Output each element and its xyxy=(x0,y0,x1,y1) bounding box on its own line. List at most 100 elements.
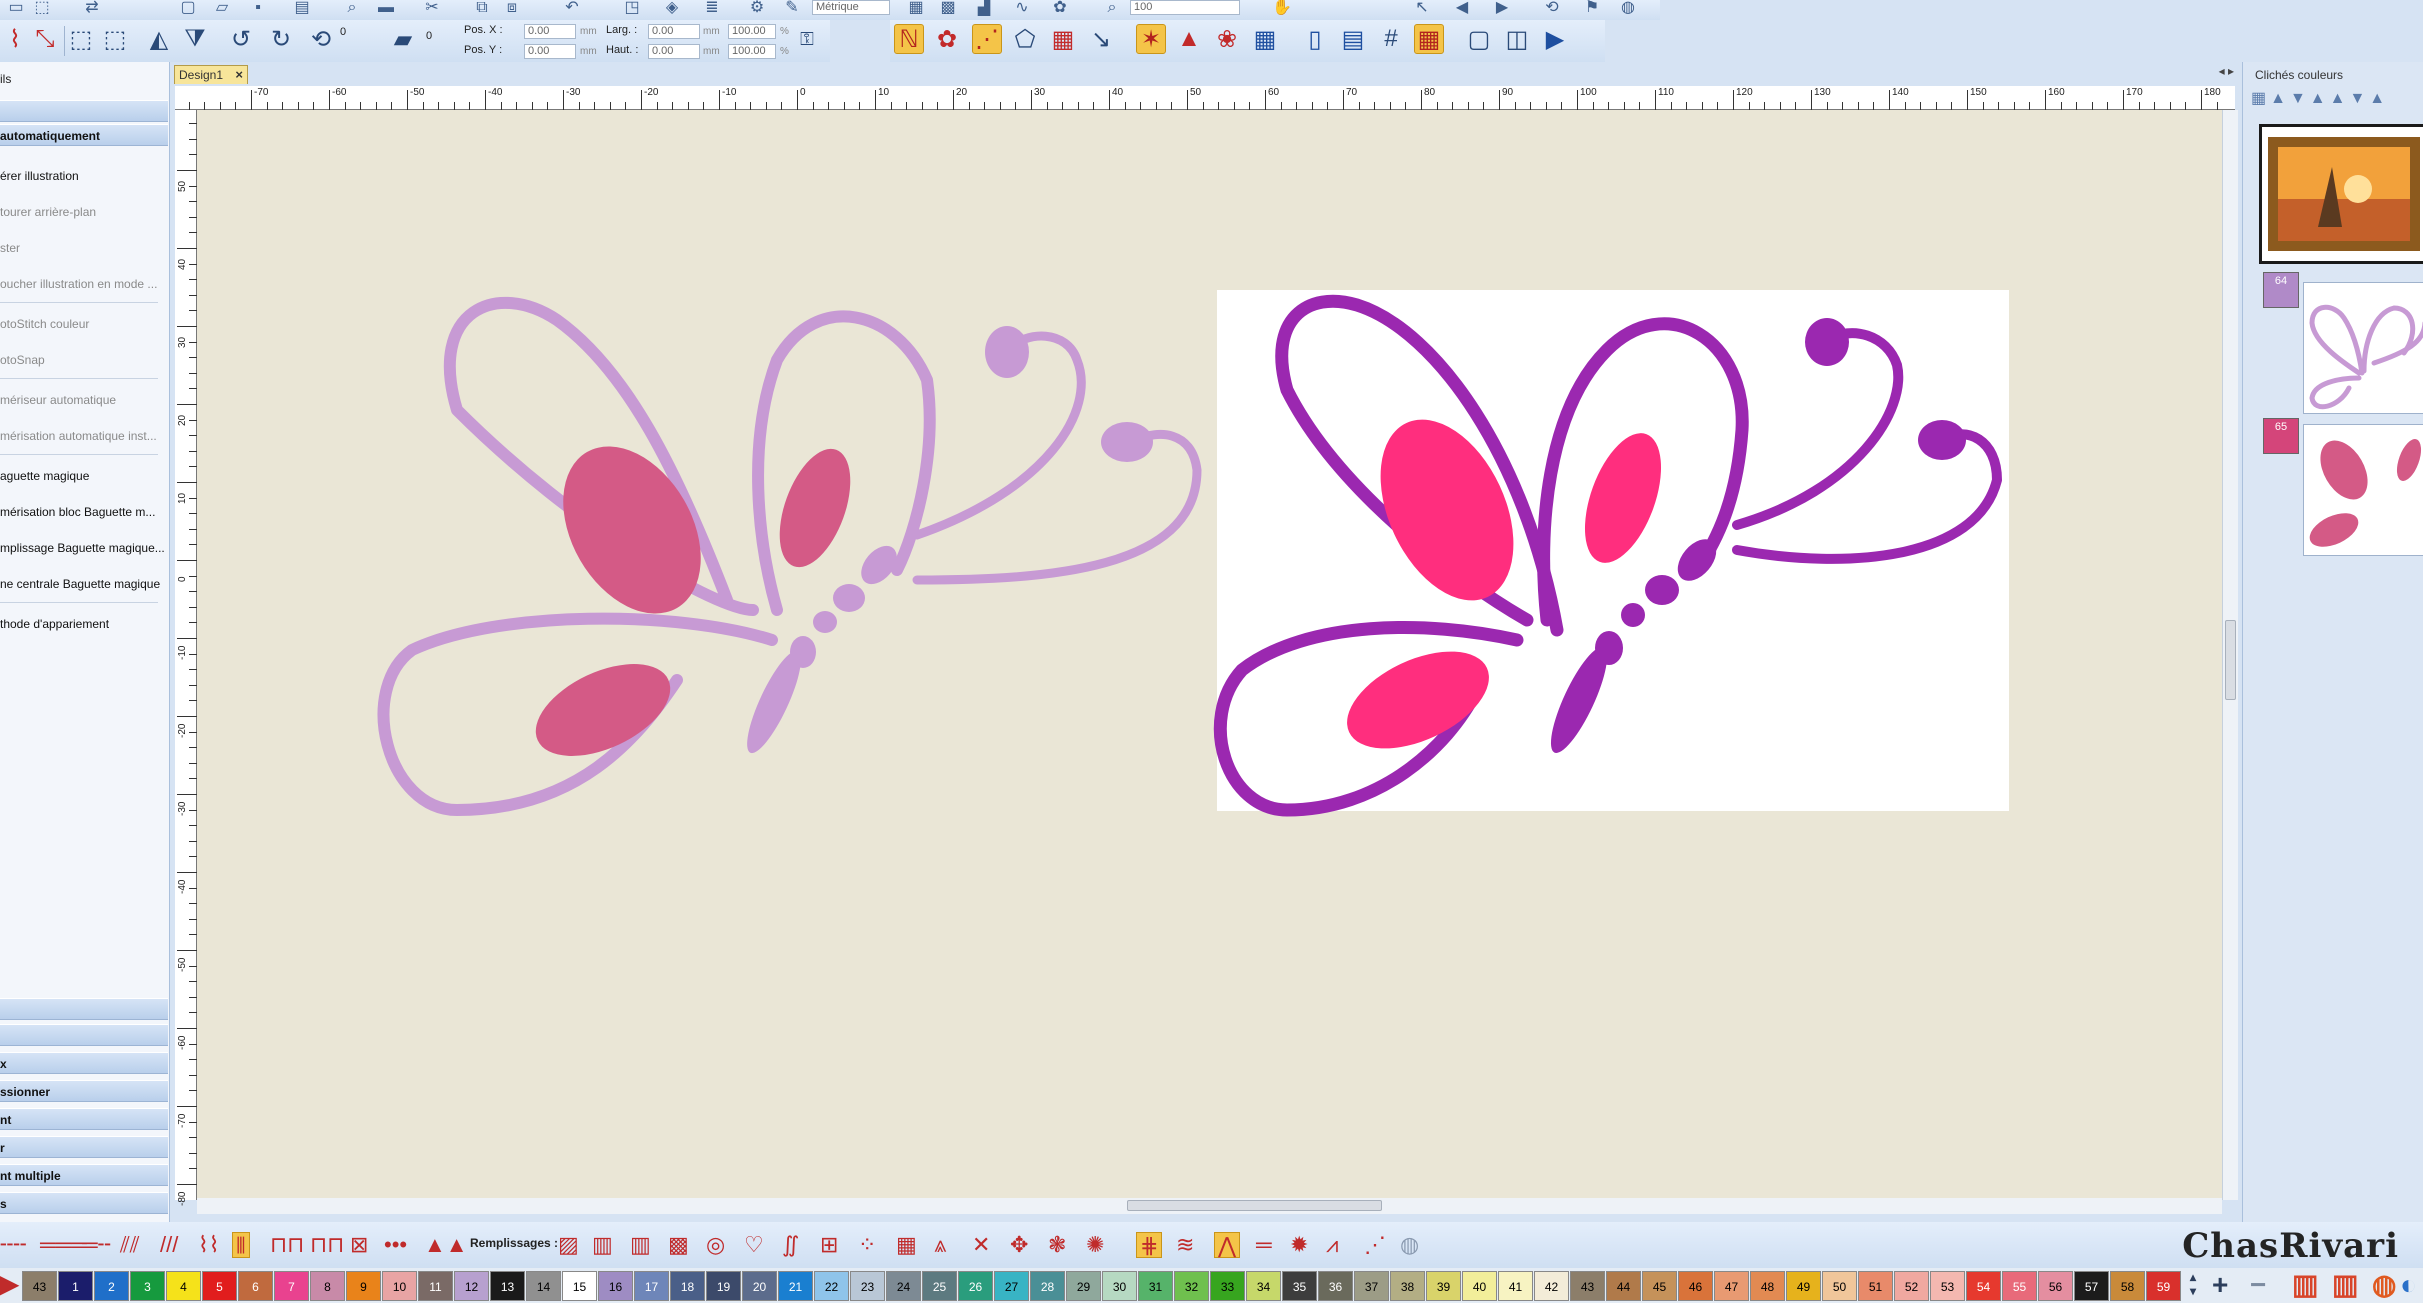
design-canvas[interactable] xyxy=(197,110,2222,1200)
undo-icon[interactable]: ↶ xyxy=(560,0,584,16)
tool-matching-method[interactable]: thode d'appariement xyxy=(0,616,168,632)
reference-artwork[interactable] xyxy=(1213,290,2009,817)
fill-pattern-20-icon[interactable]: ✹ xyxy=(1290,1232,1308,1258)
fill-pattern-14-icon[interactable]: ❃ xyxy=(1048,1232,1066,1258)
tool-remove-background[interactable]: tourer arrière-plan xyxy=(0,204,168,220)
slanted-stitch-icon[interactable]: /// xyxy=(160,1232,178,1258)
section-r[interactable]: r xyxy=(0,1136,168,1158)
fill-pattern-1-icon[interactable]: ▨ xyxy=(558,1232,579,1258)
color-swatch-54[interactable]: 54 xyxy=(1966,1271,2001,1301)
paste-icon[interactable]: ⧈ xyxy=(500,0,524,16)
satin-stitch-icon[interactable]: ⫽⫽ xyxy=(120,1232,140,1258)
motif-stitch-icon[interactable]: ▲▲ xyxy=(424,1232,468,1258)
tool-magic-wand[interactable]: aguette magique xyxy=(0,468,168,484)
height-percent-field[interactable]: 100.00 xyxy=(728,44,776,59)
rotate-45-left-icon[interactable]: ↺ xyxy=(226,24,256,54)
fill-pattern-12-icon[interactable]: ✕ xyxy=(972,1232,990,1258)
hoop-frame-icon[interactable]: ▯ xyxy=(1300,24,1330,54)
color-sequence-icon[interactable]: ⟲ xyxy=(1540,0,1564,16)
color-swatch-52[interactable]: 52 xyxy=(1894,1271,1929,1301)
color-swatch-12[interactable]: 12 xyxy=(454,1271,489,1301)
toolbar-icon-left[interactable]: ▭ xyxy=(4,0,28,16)
stitch-icon[interactable]: ▟ xyxy=(972,0,996,16)
prev-icon[interactable]: ◀ xyxy=(1450,0,1474,16)
color-swatch-27[interactable]: 27 xyxy=(994,1271,1029,1301)
blob-icon[interactable]: ✿ xyxy=(1048,0,1072,16)
fill-pattern-10-icon[interactable]: ▦ xyxy=(896,1232,917,1258)
running-stitch-icon[interactable]: ╌╌ xyxy=(0,1232,27,1258)
color-swatch-34[interactable]: 34 xyxy=(1246,1271,1281,1301)
add-color-icon[interactable]: + xyxy=(2212,1270,2228,1300)
section-x[interactable]: x xyxy=(0,1052,168,1074)
lock-proportion-icon[interactable]: ⚿ xyxy=(792,24,822,54)
background-transparent-icon[interactable]: ◫ xyxy=(1502,24,1532,54)
fill-pattern-4-icon[interactable]: ▩ xyxy=(668,1232,689,1258)
color-swatch-14[interactable]: 14 xyxy=(526,1271,561,1301)
hand-icon[interactable]: ✋ xyxy=(1270,0,1294,16)
posx-field[interactable]: 0.00 xyxy=(524,24,576,39)
tool-photostitch-color[interactable]: otoStitch couleur xyxy=(0,316,168,332)
color-swatch-57[interactable]: 57 xyxy=(2074,1271,2109,1301)
tool-import-illustration[interactable]: érer illustration xyxy=(0,168,168,184)
embroidered-butterfly[interactable] xyxy=(377,297,1202,816)
gear-icon[interactable]: ⚙ xyxy=(745,0,769,16)
tool-auto-digitizer[interactable]: mériseur automatique xyxy=(0,392,168,408)
section-ssionner[interactable]: ssionner xyxy=(0,1080,168,1102)
color-wheel-icon[interactable]: ◍ xyxy=(2372,1270,2396,1300)
color-swatch-7[interactable]: 7 xyxy=(274,1271,309,1301)
cross-stitch-icon[interactable]: ⊠ xyxy=(350,1232,368,1258)
snapshot-badge-65[interactable]: 65 xyxy=(2263,418,2299,454)
globe-icon[interactable]: ◍ xyxy=(1616,0,1640,16)
tool-raster[interactable]: ster xyxy=(0,240,168,256)
column-stitch-icon[interactable]: ⦀ xyxy=(232,1232,250,1258)
color-swatch-24[interactable]: 24 xyxy=(886,1271,921,1301)
node-icon[interactable]: ⌇ xyxy=(0,24,30,54)
color-swatch-33[interactable]: 33 xyxy=(1210,1271,1245,1301)
color-swatch-3[interactable]: 3 xyxy=(130,1271,165,1301)
section-automatiquement[interactable]: automatiquement xyxy=(0,124,168,146)
skew-icon[interactable]: ▰ xyxy=(388,24,418,54)
fill-pattern-7-icon[interactable]: ∬ xyxy=(782,1232,799,1258)
color-swatch-38[interactable]: 38 xyxy=(1390,1271,1425,1301)
color-swatch-46[interactable]: 46 xyxy=(1678,1271,1713,1301)
fill-pattern-23-icon[interactable]: ◍ xyxy=(1400,1232,1419,1258)
color-swatch-2[interactable]: 2 xyxy=(94,1271,129,1301)
star-icon[interactable]: ✶ xyxy=(1136,24,1166,54)
section-s[interactable]: s xyxy=(0,1192,168,1214)
color-swatch-19[interactable]: 19 xyxy=(706,1271,741,1301)
fill-pattern-2-icon[interactable]: ▥ xyxy=(592,1232,613,1258)
curve-icon[interactable]: ∿ xyxy=(1010,0,1034,16)
fill-pattern-17-icon[interactable]: ≋ xyxy=(1176,1232,1194,1258)
fill-pattern-18-icon[interactable]: ⋀ xyxy=(1214,1232,1241,1258)
fill-pattern-9-icon[interactable]: ⁘ xyxy=(858,1232,876,1258)
section-nt[interactable]: nt xyxy=(0,1108,168,1130)
color-swatch-35[interactable]: 35 xyxy=(1282,1271,1317,1301)
shape-icon[interactable]: ⬠ xyxy=(1010,24,1040,54)
color-swatch-13[interactable]: 13 xyxy=(490,1271,525,1301)
fill-pattern-3-icon[interactable]: ▥ xyxy=(630,1232,651,1258)
zoom-field[interactable]: 100 xyxy=(1130,0,1240,15)
color-swatch-21[interactable]: 21 xyxy=(778,1271,813,1301)
list-icon[interactable]: ≣ xyxy=(700,0,724,16)
color-swatch-9[interactable]: 9 xyxy=(346,1271,381,1301)
cursor-icon[interactable]: ↖ xyxy=(1410,0,1434,16)
fill-pattern-22-icon[interactable]: ⋰ xyxy=(1364,1232,1386,1258)
section-header-blank-2[interactable] xyxy=(0,1024,168,1046)
mirror-horizontal-icon[interactable]: ◭ xyxy=(144,24,174,54)
stitch-simulator-icon[interactable]: ▶ xyxy=(1540,24,1570,54)
color-swatch-58[interactable]: 58 xyxy=(2110,1271,2145,1301)
toolbar-icon-tool[interactable]: ⬚ xyxy=(30,0,54,16)
thread-chart-icon[interactable]: ▥ xyxy=(2292,1270,2318,1300)
color-swatch-40[interactable]: 40 xyxy=(1462,1271,1497,1301)
triple-stitch-icon[interactable]: ═══ xyxy=(40,1232,87,1258)
color-swatch-47[interactable]: 47 xyxy=(1714,1271,1749,1301)
fill-pattern-19-icon[interactable]: ═ xyxy=(1256,1232,1272,1258)
tool-magic-wand-block[interactable]: mérisation bloc Baguette m... xyxy=(0,504,168,520)
color-swatch-6[interactable]: 6 xyxy=(238,1271,273,1301)
color-swatch-59[interactable]: 59 xyxy=(2146,1271,2181,1301)
color-swatch-41[interactable]: 41 xyxy=(1498,1271,1533,1301)
remove-color-icon[interactable]: − xyxy=(2250,1270,2266,1300)
grid-fill-icon[interactable]: ▦ xyxy=(1048,24,1078,54)
fill-pattern-21-icon[interactable]: ⩘ xyxy=(1326,1232,1338,1258)
resize-icon[interactable]: ⬚ xyxy=(66,24,96,54)
